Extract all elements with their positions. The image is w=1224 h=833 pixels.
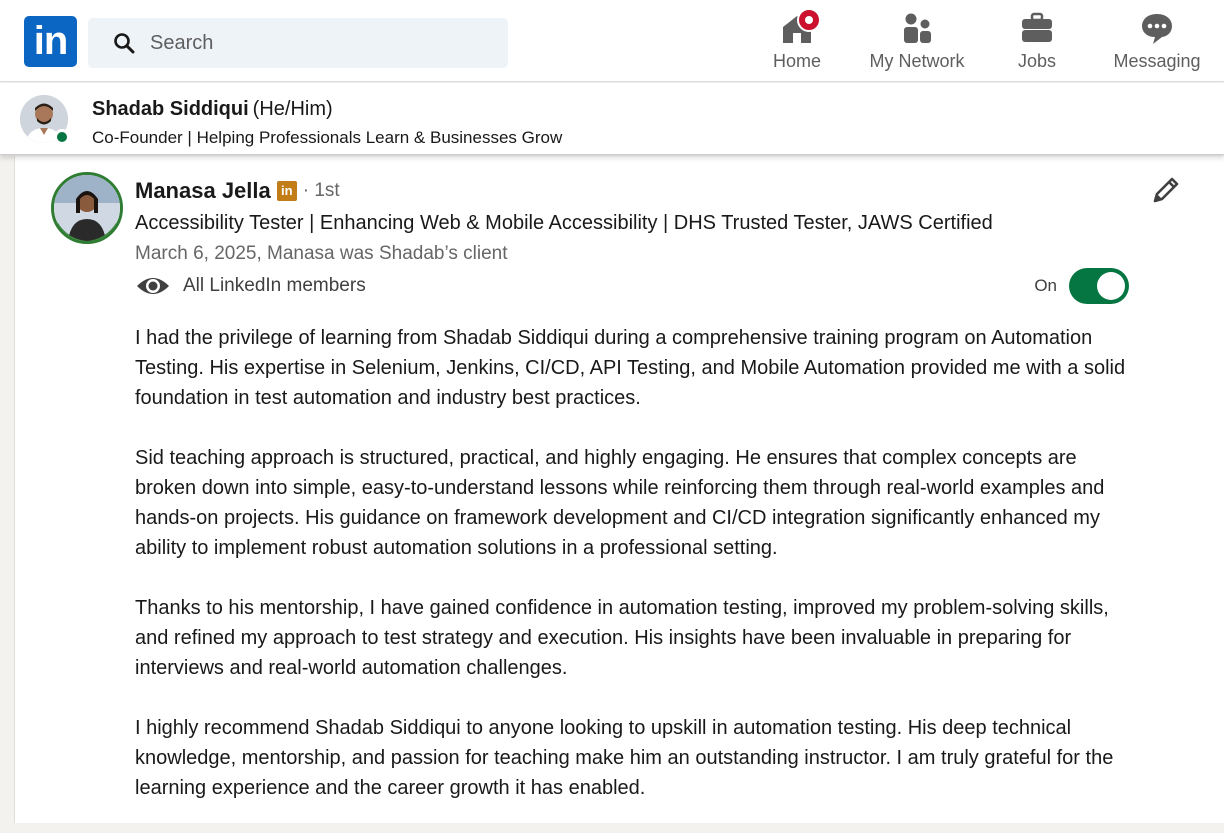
show-recommendation-toggle[interactable] [1069,268,1129,304]
search-icon [114,33,135,54]
recommendation-card: Manasa Jella in · 1st Accessibility Test… [14,156,1224,823]
recommender-avatar[interactable] [51,172,123,244]
recommender-name-text: Manasa Jella [135,178,271,203]
connection-degree: · 1st [302,180,340,201]
eye-icon [137,278,169,294]
recommendation-paragraph: Thanks to his mentorship, I have gained … [135,597,1109,679]
profile-name-text: Shadab Siddiqui [92,98,249,120]
visibility-label: All LinkedIn members [183,275,366,296]
recommender-name[interactable]: Manasa Jella in · 1st [135,178,340,204]
profile-pronouns: (He/Him) [252,98,333,120]
visibility-setting: All LinkedIn members [135,274,366,298]
recommendation-paragraph: I highly recommend Shadab Siddiqui to an… [135,717,1114,799]
profile-headline: Co-Founder | Helping Professionals Learn… [92,128,563,147]
network-icon [899,10,935,46]
edit-pencil-icon[interactable] [1148,174,1182,208]
nav-jobs[interactable]: Jobs [1012,10,1062,74]
show-on-profile-toggle-group: On [1034,268,1129,304]
nav-home-label: Home [772,51,821,71]
messaging-icon [1139,10,1175,46]
nav-messaging[interactable]: Messaging [1112,10,1202,74]
profile-name: Shadab Siddiqui (He/Him) [92,98,333,121]
nav-home[interactable]: Home [768,8,826,74]
nav-messaging-label: Messaging [1113,51,1201,71]
nav-jobs-label: Jobs [1017,51,1057,71]
search-bar[interactable] [88,18,508,68]
recommender-headline: Accessibility Tester | Enhancing Web & M… [135,212,993,234]
online-status-indicator [54,129,70,145]
recommendation-date: March 6, 2025, Manasa was Shadab’s clien… [135,243,508,264]
nav-my-network[interactable]: My Network [864,10,970,74]
search-input[interactable] [148,30,488,56]
profile-header: Shadab Siddiqui (He/Him) Co-Founder | Hel… [0,83,1224,155]
toggle-label: On [1034,276,1057,295]
global-nav: in Home My Network [0,0,1224,82]
premium-badge-icon: in [276,181,297,201]
recommendation-paragraph: I had the privilege of learning from Sha… [135,327,1126,409]
home-icon [779,8,821,46]
briefcase-icon [1019,10,1055,46]
toggle-knob [1097,272,1125,300]
linkedin-logo[interactable]: in [24,16,77,67]
recommendation-text: I had the privilege of learning from Sha… [135,323,1135,833]
nav-my-network-label: My Network [869,51,965,71]
notification-badge [797,8,821,32]
recommendation-paragraph: Sid teaching approach is structured, pra… [135,447,1105,559]
